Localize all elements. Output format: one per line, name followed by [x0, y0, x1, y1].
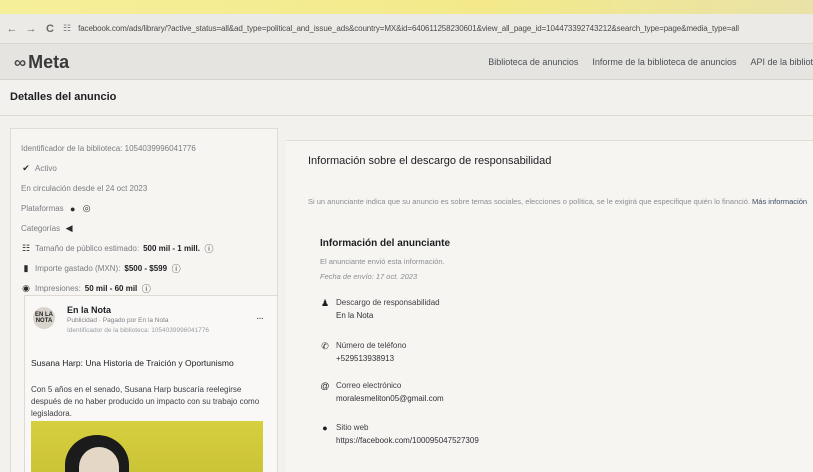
advertiser-sent-date: Fecha de envío: 17 oct. 2023: [320, 272, 418, 281]
disclaimer-title: Información sobre el descargo de respons…: [308, 155, 552, 167]
phone-icon: ✆: [321, 341, 329, 351]
ad-library-id: Identificador de la biblioteca: 10540399…: [67, 327, 210, 334]
spend-row: ▮ Importe gastado (MXN): $500 - $599 ⓘ: [21, 263, 277, 274]
phone-label: Número de teléfono: [336, 341, 407, 350]
facebook-icon: ●: [69, 203, 76, 214]
person-icon: ♟: [320, 298, 330, 308]
audience-label: Tamaño de público estimado:: [35, 244, 140, 253]
active-check-icon: ✔: [22, 163, 30, 173]
spend-label: Importe gastado (MXN):: [35, 264, 121, 273]
library-id-row: Identificador de la biblioteca: 10540399…: [21, 143, 277, 154]
globe-icon: ●: [322, 423, 328, 433]
impressions-label: Impresiones:: [35, 284, 81, 293]
meta-logo[interactable]: ∞ Meta: [14, 52, 69, 73]
advertiser-sent-by: El anunciante envió esta información.: [320, 257, 445, 266]
avatar[interactable]: EN LA NOTA: [33, 307, 55, 329]
back-icon[interactable]: ←: [6, 23, 18, 35]
email-label: Correo electrónico: [336, 381, 402, 390]
info-icon[interactable]: ⓘ: [204, 242, 214, 255]
meta-infinity-icon: ∞: [14, 52, 27, 72]
info-icon[interactable]: ⓘ: [171, 262, 181, 275]
impressions-row: ◉ Impresiones: 50 mil - 60 mil ⓘ: [21, 283, 277, 294]
ad-body-text: Con 5 años en el senado, Susana Harp bus…: [31, 385, 260, 418]
info-icon[interactable]: ⓘ: [141, 282, 151, 295]
disclaimer-description-text: Si un anunciante indica que su anuncio e…: [308, 197, 750, 206]
site-settings-icon[interactable]: ☷: [63, 23, 71, 34]
ad-preview-card: EN LA NOTA En la Nota Publicidad · Pagad…: [24, 295, 278, 472]
instagram-icon: ◎: [82, 203, 91, 213]
ad-sponsored-text: Publicidad · Pagado por En la Nota: [67, 317, 169, 324]
money-icon: ▮: [23, 263, 29, 273]
running-since-row: En circulación desde el 24 oct 2023: [21, 183, 277, 194]
email-value[interactable]: moralesmeliton05@gmail.com: [336, 394, 444, 403]
nav-ad-library-api[interactable]: API de la bibliot: [750, 57, 813, 67]
nav-ad-library-report[interactable]: Informe de la biblioteca de anuncios: [592, 57, 736, 67]
divider: [0, 115, 813, 116]
status-text: Activo: [35, 164, 57, 173]
platforms-row: Plataformas ● ◎: [21, 203, 277, 214]
megaphone-icon: ◀: [65, 223, 73, 233]
meta-header: ∞ Meta Biblioteca de anuncios Informe de…: [0, 44, 813, 80]
more-options-icon[interactable]: ···: [256, 313, 264, 324]
ad-headline: Susana Harp: Una Historia de Traición y …: [31, 358, 234, 368]
spend-value: $500 - $599: [124, 264, 168, 273]
disclaimer-description: Si un anunciante indica que su anuncio e…: [308, 197, 807, 206]
website-value[interactable]: https://facebook.com/100095047527309: [336, 436, 479, 445]
more-info-link[interactable]: Más información: [752, 197, 807, 206]
forward-icon[interactable]: →: [25, 23, 37, 35]
disclaimer-label: Descargo de responsabilidad: [336, 298, 440, 307]
email-icon: @: [320, 381, 330, 391]
header-nav: Biblioteca de anuncios Informe de la bib…: [488, 57, 813, 67]
reload-icon[interactable]: C: [44, 23, 56, 35]
nav-ad-library[interactable]: Biblioteca de anuncios: [488, 57, 578, 67]
audience-row: ☷ Tamaño de público estimado: 500 mil - …: [21, 243, 277, 254]
address-bar[interactable]: facebook.com/ads/library/?active_status=…: [78, 24, 739, 33]
website-label: Sitio web: [336, 423, 369, 432]
disclaimer-value: En la Nota: [336, 311, 374, 320]
people-icon: ☷: [21, 243, 31, 253]
categories-label: Categorías: [21, 224, 61, 233]
disclaimer-panel: Información sobre el descargo de respons…: [286, 140, 813, 472]
library-id: Identificador de la biblioteca: 10540399…: [21, 144, 196, 153]
ad-image[interactable]: [31, 421, 263, 472]
platforms-label: Plataformas: [21, 204, 64, 213]
ad-page-name[interactable]: En la Nota: [67, 305, 111, 315]
eye-icon: ◉: [22, 283, 30, 293]
meta-logo-text: Meta: [28, 52, 70, 72]
browser-toolbar: ← → C ☷ facebook.com/ads/library/?active…: [0, 14, 813, 44]
advertiser-info-title: Información del anunciante: [320, 238, 451, 249]
running-since: En circulación desde el 24 oct 2023: [21, 184, 148, 193]
top-strip: [0, 0, 813, 14]
page-title: Detalles del anuncio: [10, 91, 117, 103]
impressions-value: 50 mil - 60 mil: [84, 284, 138, 293]
status-row: ✔ Activo: [21, 163, 277, 174]
audience-value: 500 mil - 1 mill.: [143, 244, 200, 253]
categories-row: Categorías ◀: [21, 223, 277, 234]
phone-value[interactable]: +529513938913: [336, 354, 394, 363]
